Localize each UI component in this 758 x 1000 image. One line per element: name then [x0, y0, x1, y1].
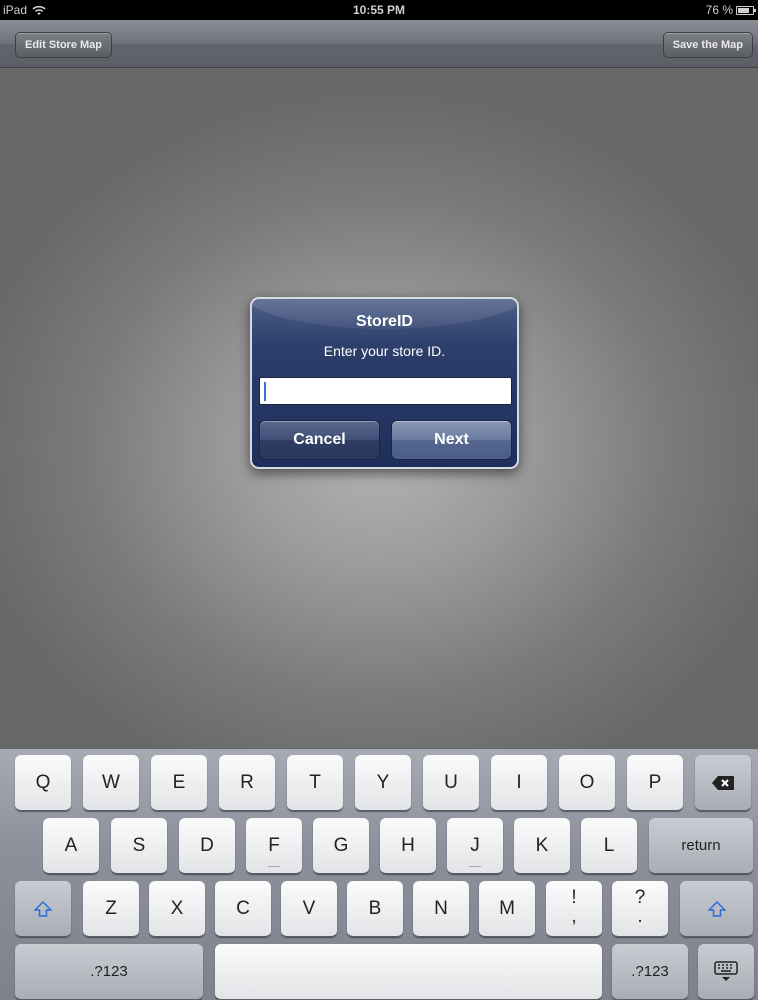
navigation-bar: Edit Store Map Save the Map — [0, 20, 758, 68]
key-j[interactable]: J — [447, 818, 503, 874]
key-y[interactable]: Y — [355, 755, 411, 811]
key-h[interactable]: H — [380, 818, 436, 874]
numbers-key-right[interactable]: .?123 — [612, 944, 688, 1000]
key-j-label: J — [470, 835, 480, 856]
key-x[interactable]: X — [149, 881, 205, 937]
key-m[interactable]: M — [479, 881, 535, 937]
return-key[interactable]: return — [649, 818, 753, 874]
key-p[interactable]: P — [627, 755, 683, 811]
shift-key-left[interactable] — [15, 881, 71, 937]
battery-percent: 76 % — [705, 3, 733, 17]
key-a[interactable]: A — [43, 818, 99, 874]
backspace-icon — [712, 775, 734, 790]
key-c[interactable]: C — [215, 881, 271, 937]
key-t[interactable]: T — [287, 755, 343, 811]
key-g[interactable]: G — [313, 818, 369, 874]
alert-title: StoreID — [356, 313, 413, 330]
key-f[interactable]: F — [246, 818, 302, 874]
shift-icon — [707, 900, 726, 917]
onscreen-keyboard: Q W E R T Y U I O P A S D F G H J K L re… — [0, 748, 758, 1000]
text-caret — [264, 382, 266, 401]
cancel-button[interactable]: Cancel — [259, 420, 380, 460]
key-bottom-char: . — [637, 906, 643, 927]
store-id-alert: StoreID Enter your store ID. Cancel Next — [250, 297, 519, 469]
key-i[interactable]: I — [491, 755, 547, 811]
key-d[interactable]: D — [179, 818, 235, 874]
alert-message: Enter your store ID. — [323, 343, 446, 359]
key-b[interactable]: B — [347, 881, 403, 937]
home-bump — [469, 866, 481, 867]
key-n[interactable]: N — [413, 881, 469, 937]
key-k[interactable]: K — [514, 818, 570, 874]
store-id-input[interactable] — [259, 377, 512, 405]
keyboard-dismiss-icon — [714, 961, 738, 981]
key-v[interactable]: V — [281, 881, 337, 937]
numbers-key-left[interactable]: .?123 — [15, 944, 203, 1000]
keyboard-dismiss-key[interactable] — [698, 944, 754, 1000]
shift-icon — [34, 900, 52, 917]
home-bump — [268, 866, 280, 867]
backspace-key[interactable] — [695, 755, 751, 811]
key-u[interactable]: U — [423, 755, 479, 811]
space-key[interactable] — [215, 944, 602, 1000]
key-e[interactable]: E — [151, 755, 207, 811]
battery-icon — [736, 5, 756, 15]
key-r[interactable]: R — [219, 755, 275, 811]
key-s[interactable]: S — [111, 818, 167, 874]
save-the-map-button[interactable]: Save the Map — [662, 32, 753, 58]
key-top-char: ? — [634, 887, 646, 908]
key-exclamation-comma[interactable]: ! , — [546, 881, 602, 937]
key-question-period[interactable]: ? . — [612, 881, 668, 937]
key-bottom-char: , — [571, 906, 577, 927]
status-bar: iPad 10:55 PM 76 % — [0, 0, 758, 20]
key-o[interactable]: O — [559, 755, 615, 811]
edit-store-map-button[interactable]: Edit Store Map — [15, 32, 113, 58]
next-button[interactable]: Next — [391, 420, 512, 460]
key-l[interactable]: L — [581, 818, 637, 874]
key-top-char: ! — [571, 887, 577, 908]
key-w[interactable]: W — [83, 755, 139, 811]
status-time: 10:55 PM — [352, 3, 406, 17]
key-q[interactable]: Q — [15, 755, 71, 811]
shift-key-right[interactable] — [680, 881, 753, 937]
key-z[interactable]: Z — [83, 881, 139, 937]
key-f-label: F — [268, 835, 280, 856]
